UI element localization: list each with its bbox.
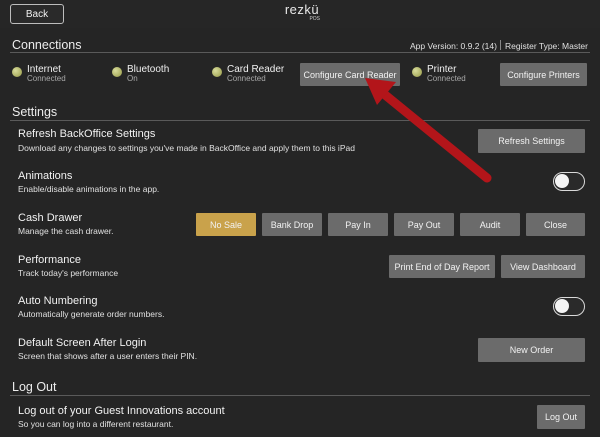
annotation-arrow-icon [365, 78, 492, 183]
